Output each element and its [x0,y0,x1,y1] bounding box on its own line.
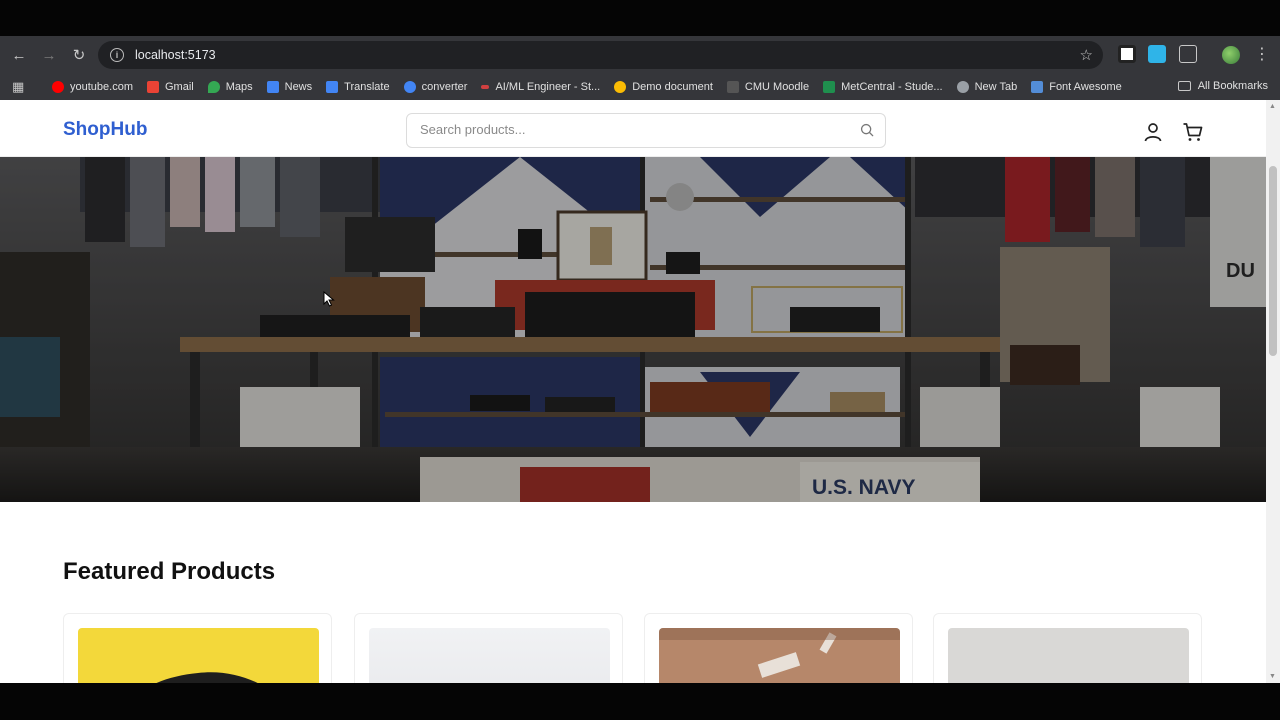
product-image-art [659,628,900,678]
drive-icon [614,81,627,93]
site-header: ShopHub [0,103,1266,157]
product-search[interactable] [406,113,886,148]
address-url: localhost:5173 [135,48,216,62]
bookmark-label: Gmail [164,81,194,93]
page-scrollbar[interactable]: ▲ ▼ [1266,100,1280,683]
screen-top-bar [0,0,1280,36]
user-account-icon[interactable] [1142,121,1164,143]
address-bar[interactable]: i localhost:5173 ☆ [98,41,1103,69]
product-image-art [156,672,258,683]
bookmark-new-tab[interactable]: New Tab [956,81,1018,93]
moodle-icon [726,81,739,93]
bookmark-label: MetCentral - Stude... [841,81,943,93]
product-image[interactable] [369,628,610,683]
bookmark-label: converter [421,81,468,93]
back-arrow-icon[interactable]: ← [4,40,34,70]
bookmarks-bar: ▦ youtube.com Gmail Maps News Translate … [0,74,1280,100]
page-viewport: DU U.S. NAVY ShopHub Search products... … [0,100,1280,683]
font-awesome-icon [1031,81,1044,93]
bookmark-translate[interactable]: Translate [326,81,390,93]
bookmark-label: Demo document [632,81,713,93]
bookmark-label: AI/ML Engineer - St... [495,81,601,93]
google-icon [403,81,416,93]
bookmark-demo-document[interactable]: Demo document [614,81,713,93]
bookmark-aiml[interactable]: AI/ML Engineer - St... [481,81,600,93]
bookmark-metcentral[interactable]: MetCentral - Stude... [823,81,943,93]
search-input[interactable] [420,122,840,137]
screen-bottom-bar [0,683,1280,720]
all-bookmarks[interactable]: All Bookmarks [1177,80,1268,92]
bookmark-label: Maps [225,81,253,93]
product-card[interactable] [644,613,913,683]
product-image-headphones[interactable] [78,628,319,683]
forward-arrow-icon[interactable]: → [34,40,64,70]
bookmark-star-icon[interactable]: ☆ [1080,46,1093,64]
bookmark-gmail[interactable]: Gmail [146,81,194,93]
bookmark-cmu-moodle[interactable]: CMU Moodle [726,81,810,93]
bookmark-label: News [284,81,313,93]
scrollbar-thumb[interactable] [1269,166,1277,356]
featured-products-heading: Featured Products [63,558,276,585]
aiml-icon [481,85,490,89]
translate-icon [326,81,339,93]
youtube-icon [52,81,64,93]
all-bookmarks-label: All Bookmarks [1197,80,1268,92]
bookmark-label: youtube.com [70,81,133,93]
maps-icon [207,81,220,93]
hero-banner: DU U.S. NAVY [0,157,1266,502]
bookmark-maps[interactable]: Maps [207,81,253,93]
news-icon [266,81,279,93]
extension-icon-2[interactable] [1148,45,1166,63]
gmail-icon [146,81,159,93]
mouse-cursor-icon [323,291,335,307]
extensions-puzzle-icon[interactable] [1179,45,1197,63]
scroll-down-icon[interactable]: ▼ [1269,673,1276,680]
apps-grid-icon[interactable]: ▦ [12,79,30,95]
bookmark-converter[interactable]: converter [403,81,468,93]
browser-menu-icon[interactable]: ⋮ [1254,44,1270,64]
search-icon[interactable] [860,123,874,137]
globe-icon [956,81,969,93]
product-card[interactable] [354,613,623,683]
extension-icon-1[interactable] [1118,45,1136,63]
product-image[interactable] [948,628,1189,683]
site-logo[interactable]: ShopHub [63,119,147,141]
folder-icon [1177,81,1191,91]
product-card[interactable] [63,613,332,683]
metcentral-icon [823,81,836,93]
bookmark-font-awesome[interactable]: Font Awesome [1031,81,1122,93]
product-image-tshirt[interactable] [659,628,900,683]
reload-icon[interactable]: ↻ [64,40,94,70]
bookmark-label: CMU Moodle [744,81,810,93]
profile-avatar[interactable] [1222,46,1240,64]
product-card[interactable] [933,613,1202,683]
bookmark-label: Font Awesome [1049,81,1122,93]
shopping-cart-icon[interactable] [1182,121,1204,143]
bookmark-label: New Tab [974,81,1018,93]
hero-store-image: DU U.S. NAVY [0,157,1266,502]
scroll-up-icon[interactable]: ▲ [1269,103,1276,110]
site-info-icon[interactable]: i [110,48,124,62]
bookmark-label: Translate [344,81,390,93]
bookmark-news[interactable]: News [266,81,313,93]
bookmark-youtube[interactable]: youtube.com [52,81,133,93]
